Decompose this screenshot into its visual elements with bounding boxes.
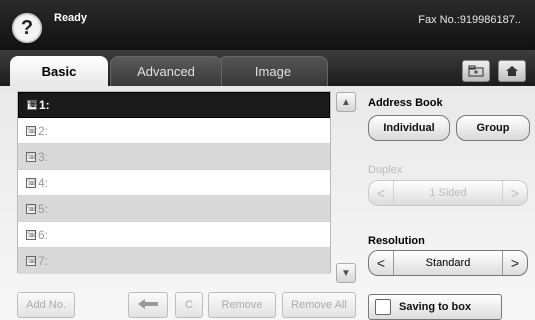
destination-row-7[interactable]: ☏ 7: — [18, 248, 330, 274]
remove-button[interactable]: Remove — [208, 292, 276, 318]
saving-to-box-toggle[interactable]: Saving to box — [368, 294, 502, 320]
duplex-label: Duplex — [368, 164, 403, 176]
destination-label: 5: — [38, 201, 49, 216]
tab-image[interactable]: Image — [218, 56, 328, 86]
remove-all-button[interactable]: Remove All — [282, 292, 356, 318]
status-text: Ready — [54, 12, 88, 24]
destination-label: 1: — [39, 98, 50, 112]
clear-button[interactable]: C — [175, 292, 203, 318]
left-arrow-icon — [138, 298, 158, 312]
back-button[interactable] — [128, 292, 168, 318]
destination-row-5[interactable]: ☏ 5: — [18, 196, 330, 222]
fax-icon: ☏ — [26, 151, 38, 162]
fax-icon: ☏ — [26, 229, 38, 240]
saving-checkbox[interactable] — [375, 299, 391, 315]
fax-icon: ☏ — [26, 256, 38, 266]
destination-row-1[interactable]: ☏ 1: — [18, 92, 330, 118]
destination-row-4[interactable]: ☏ 4: — [18, 170, 330, 196]
destination-label: 6: — [38, 227, 49, 242]
status-bar: ? Ready Fax No.:919986187.. — [0, 0, 535, 50]
resolution-prev-button[interactable]: < — [369, 255, 393, 271]
tab-basic[interactable]: Basic — [10, 56, 108, 86]
fax-icon: ☏ — [27, 100, 39, 110]
saving-label: Saving to box — [399, 301, 472, 313]
fax-icon: ☏ — [26, 125, 38, 136]
scroll-down-button[interactable]: ▼ — [336, 263, 356, 283]
help-icon[interactable]: ? — [12, 13, 42, 43]
destination-label: 2: — [38, 123, 49, 138]
destination-label: 4: — [38, 175, 49, 190]
duplex-value: 1 Sided — [393, 181, 503, 205]
resolution-label: Resolution — [368, 235, 425, 247]
resolution-selector: < Standard > — [368, 250, 528, 276]
resolution-value: Standard — [393, 251, 503, 275]
resolution-next-button[interactable]: > — [503, 255, 527, 271]
main-panel: ☏ 1: ☏ 2: ☏ 3: ☏ 4: ☏ 5: ☏ 6: ☏ 7: ▲ ▼ Add No. … — [0, 86, 535, 320]
fax-icon: ☏ — [26, 177, 38, 188]
fax-icon: ☏ — [26, 203, 38, 214]
home-icon[interactable] — [498, 60, 526, 82]
destination-row-6[interactable]: ☏ 6: — [18, 222, 330, 248]
destination-row-2[interactable]: ☏ 2: — [18, 118, 330, 144]
folder-icon[interactable] — [462, 60, 490, 82]
scroll-up-button[interactable]: ▲ — [336, 92, 356, 112]
chevron-up-icon: ▲ — [341, 96, 351, 108]
duplex-selector: < 1 Sided > — [368, 180, 528, 206]
add-number-button[interactable]: Add No. — [17, 292, 75, 318]
chevron-down-icon: ▼ — [341, 267, 351, 279]
fax-number: Fax No.:919986187.. — [418, 14, 521, 26]
tab-bar: Image Advanced Basic — [0, 50, 535, 86]
destination-list: ☏ 1: ☏ 2: ☏ 3: ☏ 4: ☏ 5: ☏ 6: ☏ 7: — [17, 91, 331, 274]
address-book-label: Address Book — [368, 97, 443, 109]
destination-label: 7: — [38, 254, 49, 268]
destination-label: 3: — [38, 149, 49, 164]
group-button[interactable]: Group — [456, 115, 530, 141]
individual-button[interactable]: Individual — [368, 115, 450, 141]
tab-advanced[interactable]: Advanced — [110, 56, 222, 86]
chevron-left-icon: < — [376, 185, 386, 201]
destination-row-3[interactable]: ☏ 3: — [18, 144, 330, 170]
chevron-right-icon: > — [510, 185, 520, 201]
